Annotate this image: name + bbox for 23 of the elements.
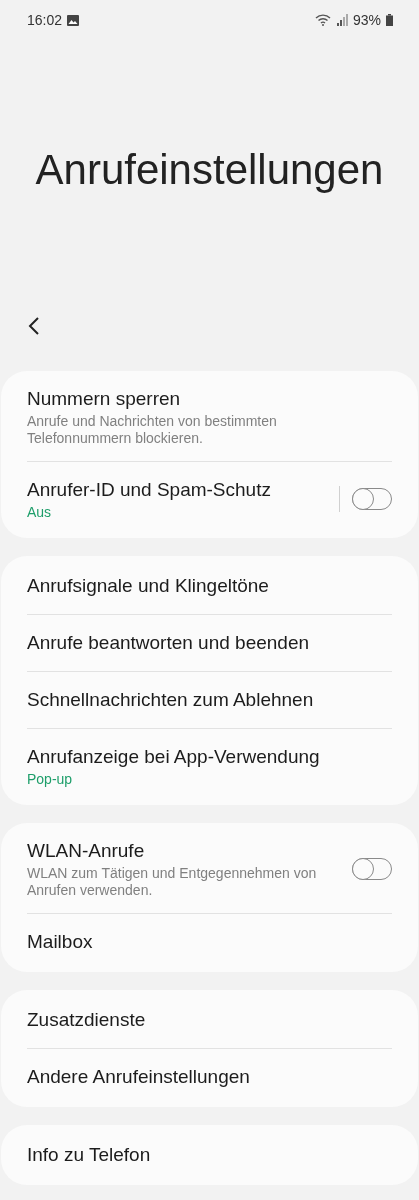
signal-icon <box>336 14 348 26</box>
setting-title[interactable]: Anrufer-ID und Spam-Schutz <box>27 478 339 501</box>
setting-title[interactable]: Schnellnachrichten zum Ablehnen <box>27 689 392 711</box>
page-title: Anrufeinstellungen <box>35 146 384 194</box>
setting-status: Aus <box>27 503 53 520</box>
setting-status: Pop-up <box>27 770 74 787</box>
wifi-icon <box>314 14 332 26</box>
setting-description: Anrufe und Nachrichten von bestimmten Telefonnummern blockieren. <box>27 412 278 447</box>
back-icon[interactable] <box>28 316 40 336</box>
battery-icon <box>386 14 393 26</box>
setting-title[interactable]: Mailbox <box>27 931 392 953</box>
status-time: 16:02 <box>27 12 63 28</box>
setting-title[interactable]: Anrufanzeige bei App-Verwendung <box>27 745 392 768</box>
battery-percent: 93% <box>352 12 381 28</box>
setting-title[interactable]: Anrufe beantworten und beenden <box>27 632 392 654</box>
setting-title[interactable]: Anrufsignale und Klingeltöne <box>27 575 392 597</box>
setting-title[interactable]: Zusatzdienste <box>27 1009 392 1031</box>
setting-description: WLAN zum Tätigen und Entgegennehmen von Anrufen verwenden. <box>27 864 317 899</box>
setting-title[interactable]: WLAN-Anrufe <box>27 839 352 862</box>
setting-title[interactable]: Nummern sperren <box>27 387 392 410</box>
image-icon <box>67 14 80 26</box>
setting-title[interactable]: Andere Anrufeinstellungen <box>27 1066 392 1088</box>
setting-title[interactable]: Info zu Telefon <box>27 1144 392 1166</box>
